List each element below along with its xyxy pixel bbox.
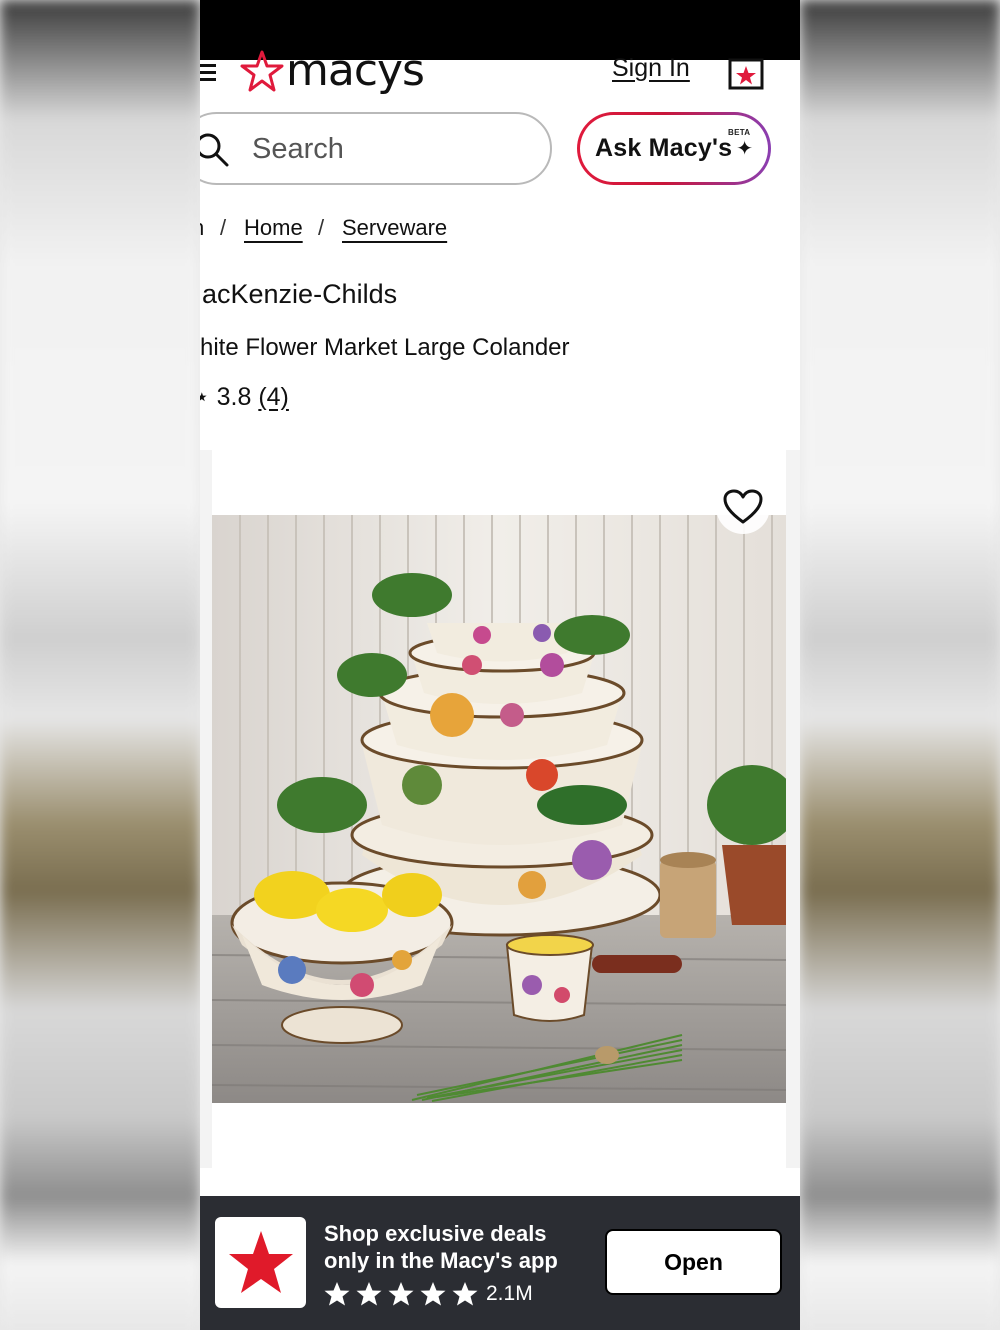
sign-in-link[interactable]: Sign In: [612, 54, 690, 83]
product-image[interactable]: [212, 515, 786, 1103]
product-photo-illustration: [212, 515, 786, 1103]
review-count-link[interactable]: (4): [258, 383, 289, 411]
star-icon: [324, 1282, 350, 1306]
breadcrumb-home[interactable]: Home: [244, 215, 303, 241]
phone-screen: macys Sign In BETA Ask Macy's ✦ n / Home…: [200, 0, 800, 1330]
star-icon: [356, 1282, 382, 1306]
macys-app-icon[interactable]: [215, 1217, 306, 1308]
blurred-backdrop-left: [0, 0, 200, 1330]
shopping-bag-icon[interactable]: [728, 56, 764, 90]
menu-icon[interactable]: [200, 64, 216, 82]
product-brand[interactable]: acKenzie-Childs: [202, 279, 397, 310]
ask-macys-label: Ask Macy's: [595, 134, 733, 162]
sparkle-icon: ✦: [736, 138, 753, 160]
red-star-icon: [228, 1230, 293, 1293]
search-bar[interactable]: [200, 112, 552, 185]
star-icon: [420, 1282, 446, 1306]
app-review-count: 2.1M: [486, 1282, 533, 1305]
blurred-backdrop-right: [800, 0, 1000, 1330]
rating-star-partial-icon: ⋆: [200, 383, 210, 411]
gallery-edge: [786, 450, 800, 1168]
star-icon: [452, 1282, 478, 1306]
search-input[interactable]: [252, 128, 532, 170]
app-download-banner: Shop exclusive deals only in the Macy's …: [200, 1196, 800, 1330]
add-to-favorites-button[interactable]: [716, 480, 770, 534]
breadcrumb-partial-item[interactable]: n: [200, 215, 204, 241]
product-title: hite Flower Market Large Colander: [200, 334, 570, 361]
gallery-edge: [200, 450, 212, 1168]
product-rating: ⋆ 3.8 (4): [200, 382, 289, 412]
star-logo-icon: [240, 50, 284, 92]
open-app-button[interactable]: Open: [605, 1229, 782, 1295]
ask-macys-button[interactable]: BETA Ask Macy's ✦: [577, 112, 771, 185]
logo-wordmark: macys: [286, 45, 425, 96]
heart-icon: [723, 489, 763, 524]
rating-value: 3.8: [216, 383, 252, 411]
star-icon: [388, 1282, 414, 1306]
search-icon: [200, 133, 229, 167]
beta-badge: BETA: [728, 128, 751, 137]
breadcrumb-separator: /: [318, 215, 325, 240]
breadcrumb-serveware[interactable]: Serveware: [342, 215, 447, 241]
app-rating: 2.1M: [324, 1281, 533, 1307]
app-banner-message: Shop exclusive deals only in the Macy's …: [324, 1221, 558, 1273]
breadcrumb-separator: /: [220, 215, 227, 240]
macys-logo[interactable]: macys: [240, 45, 425, 96]
